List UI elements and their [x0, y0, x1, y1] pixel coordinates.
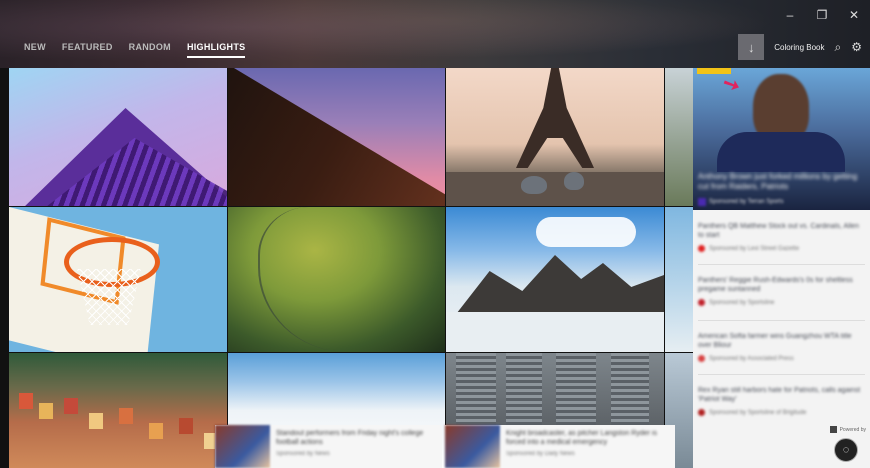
news-item-title[interactable]: Panthers' Reggie Rush-Edwards's 0s for s…	[698, 276, 866, 294]
news-item-source-text: Sponsored by Associated Press	[709, 355, 794, 362]
wallpaper-tile-aerial-forest[interactable]	[228, 207, 445, 352]
bottom-news-source: Sponsored by Daily News	[506, 451, 575, 457]
source-dot-icon	[698, 245, 705, 252]
news-ad-panel: ➘ Anthony Brown just forked millions by …	[693, 68, 870, 468]
wallpaper-tile-basketball-hoop[interactable]	[9, 207, 227, 352]
news-item-title[interactable]: Rex Ryan still harbors hate for Patriots…	[698, 386, 866, 404]
wallpaper-tile-eiffel-tower[interactable]	[446, 68, 664, 206]
source-dot-icon	[698, 299, 705, 306]
hero-sponsor-text: Sponsored by Terran Sports	[709, 199, 784, 205]
bottom-news-title[interactable]: Knight broadcaster, as pitcher Langston …	[506, 429, 666, 447]
wallpaper-tile-purple-building[interactable]	[9, 68, 227, 206]
app-header: – ❐ ✕ NEW FEATURED RANDOM HIGHLIGHTS ↓ C…	[0, 0, 870, 68]
pigeon-shape	[564, 172, 584, 190]
wallpaper-tile-partial[interactable]	[665, 68, 693, 206]
bottom-news-thumb	[445, 425, 500, 468]
category-tabs: NEW FEATURED RANDOM HIGHLIGHTS	[24, 42, 246, 58]
powered-by: Powered by	[829, 426, 866, 433]
news-item-title[interactable]: Panthers QB Matthew Stock out vs. Cardin…	[698, 222, 866, 240]
sponsor-logo-icon	[698, 198, 706, 206]
divider	[698, 374, 865, 375]
news-item-source: Sponsored by Associated Press	[698, 355, 866, 362]
snow-shape	[446, 312, 664, 352]
tab-featured[interactable]: FEATURED	[62, 42, 113, 58]
hero-sponsor: Sponsored by Terran Sports	[698, 198, 784, 206]
dune-shape	[228, 68, 445, 206]
news-item-source: Sponsored by Lexi Street Gazette	[698, 245, 866, 252]
bottom-news-text: Standout performers from Friday night's …	[270, 425, 442, 468]
toolbar: ↓ Coloring Book ⌕ ⚙	[738, 34, 862, 60]
maximize-icon[interactable]: ❐	[806, 8, 838, 22]
news-item-source-text: Sponsored by Lexi Street Gazette	[709, 245, 800, 252]
bottom-news-source: Sponsored by News	[276, 451, 330, 457]
chat-button[interactable]: ◌	[834, 438, 858, 462]
bottom-news-title[interactable]: Standout performers from Friday night's …	[276, 429, 436, 447]
wallpaper-tile-partial[interactable]	[665, 207, 693, 352]
source-dot-icon	[698, 409, 705, 416]
house-shape	[149, 423, 163, 439]
search-icon[interactable]: ⌕	[835, 40, 842, 55]
bottom-news-thumb	[215, 425, 270, 468]
house-shape	[89, 413, 103, 429]
minimize-icon[interactable]: –	[774, 8, 806, 22]
tower-shape	[516, 68, 594, 168]
download-icon: ↓	[748, 39, 755, 55]
collection-label[interactable]: Coloring Book	[774, 43, 824, 52]
news-item[interactable]: American Softa farmer wins Guangzhou WTA…	[698, 332, 866, 362]
powered-by-logo-icon	[829, 426, 837, 433]
window-controls: – ❐ ✕	[774, 8, 870, 22]
wallpaper-tile-dune[interactable]	[228, 68, 445, 206]
news-item-source: Sponsored by Sportsline of Brigitude	[698, 409, 866, 416]
bottom-news-card[interactable]: Standout performers from Friday night's …	[215, 425, 442, 468]
wallpaper-tile-coastal-town[interactable]	[9, 353, 227, 468]
close-icon[interactable]: ✕	[838, 8, 870, 22]
wallpaper-app-window: – ❐ ✕ NEW FEATURED RANDOM HIGHLIGHTS ↓ C…	[0, 0, 870, 468]
news-item[interactable]: Panthers' Reggie Rush-Edwards's 0s for s…	[698, 276, 866, 306]
news-item-title[interactable]: American Softa farmer wins Guangzhou WTA…	[698, 332, 866, 350]
news-item[interactable]: Panthers QB Matthew Stock out vs. Cardin…	[698, 222, 866, 252]
source-dot-icon	[698, 355, 705, 362]
chat-icon: ◌	[842, 444, 850, 456]
news-item[interactable]: Rex Ryan still harbors hate for Patriots…	[698, 386, 866, 416]
bottom-news-text: Knight broadcaster, as pitcher Langston …	[500, 425, 672, 468]
cloud-shape	[536, 217, 636, 247]
wallpaper-tile-snowy-mountains[interactable]	[446, 207, 664, 352]
tab-highlights[interactable]: HIGHLIGHTS	[186, 42, 246, 58]
river-shape	[258, 207, 410, 352]
hero-photo-jersey	[717, 132, 845, 172]
hero-news-card[interactable]: ➘ Anthony Brown just forked millions by …	[693, 68, 870, 210]
pigeon-shape	[521, 176, 547, 194]
annotation-arrow-icon: ➘	[719, 71, 744, 99]
tab-new[interactable]: NEW	[24, 42, 46, 58]
powered-by-text: Powered by	[839, 426, 866, 433]
house-shape	[39, 403, 53, 419]
hero-title[interactable]: Anthony Brown just forked millions by ge…	[698, 172, 866, 192]
house-shape	[179, 418, 193, 434]
tab-random[interactable]: RANDOM	[129, 42, 171, 58]
news-item-source-text: Sponsored by Sportsline	[709, 299, 775, 306]
house-shape	[19, 393, 33, 409]
settings-icon[interactable]: ⚙	[851, 40, 862, 54]
divider	[698, 320, 865, 321]
bottom-news-card[interactable]: Knight broadcaster, as pitcher Langston …	[445, 425, 675, 468]
news-item-source-text: Sponsored by Sportsline of Brigitude	[709, 409, 807, 416]
download-button[interactable]: ↓	[738, 34, 765, 60]
house-shape	[119, 408, 133, 424]
house-shape	[64, 398, 78, 414]
news-item-source: Sponsored by Sportsline	[698, 299, 866, 306]
divider	[698, 264, 865, 265]
ground-shape	[446, 172, 664, 206]
